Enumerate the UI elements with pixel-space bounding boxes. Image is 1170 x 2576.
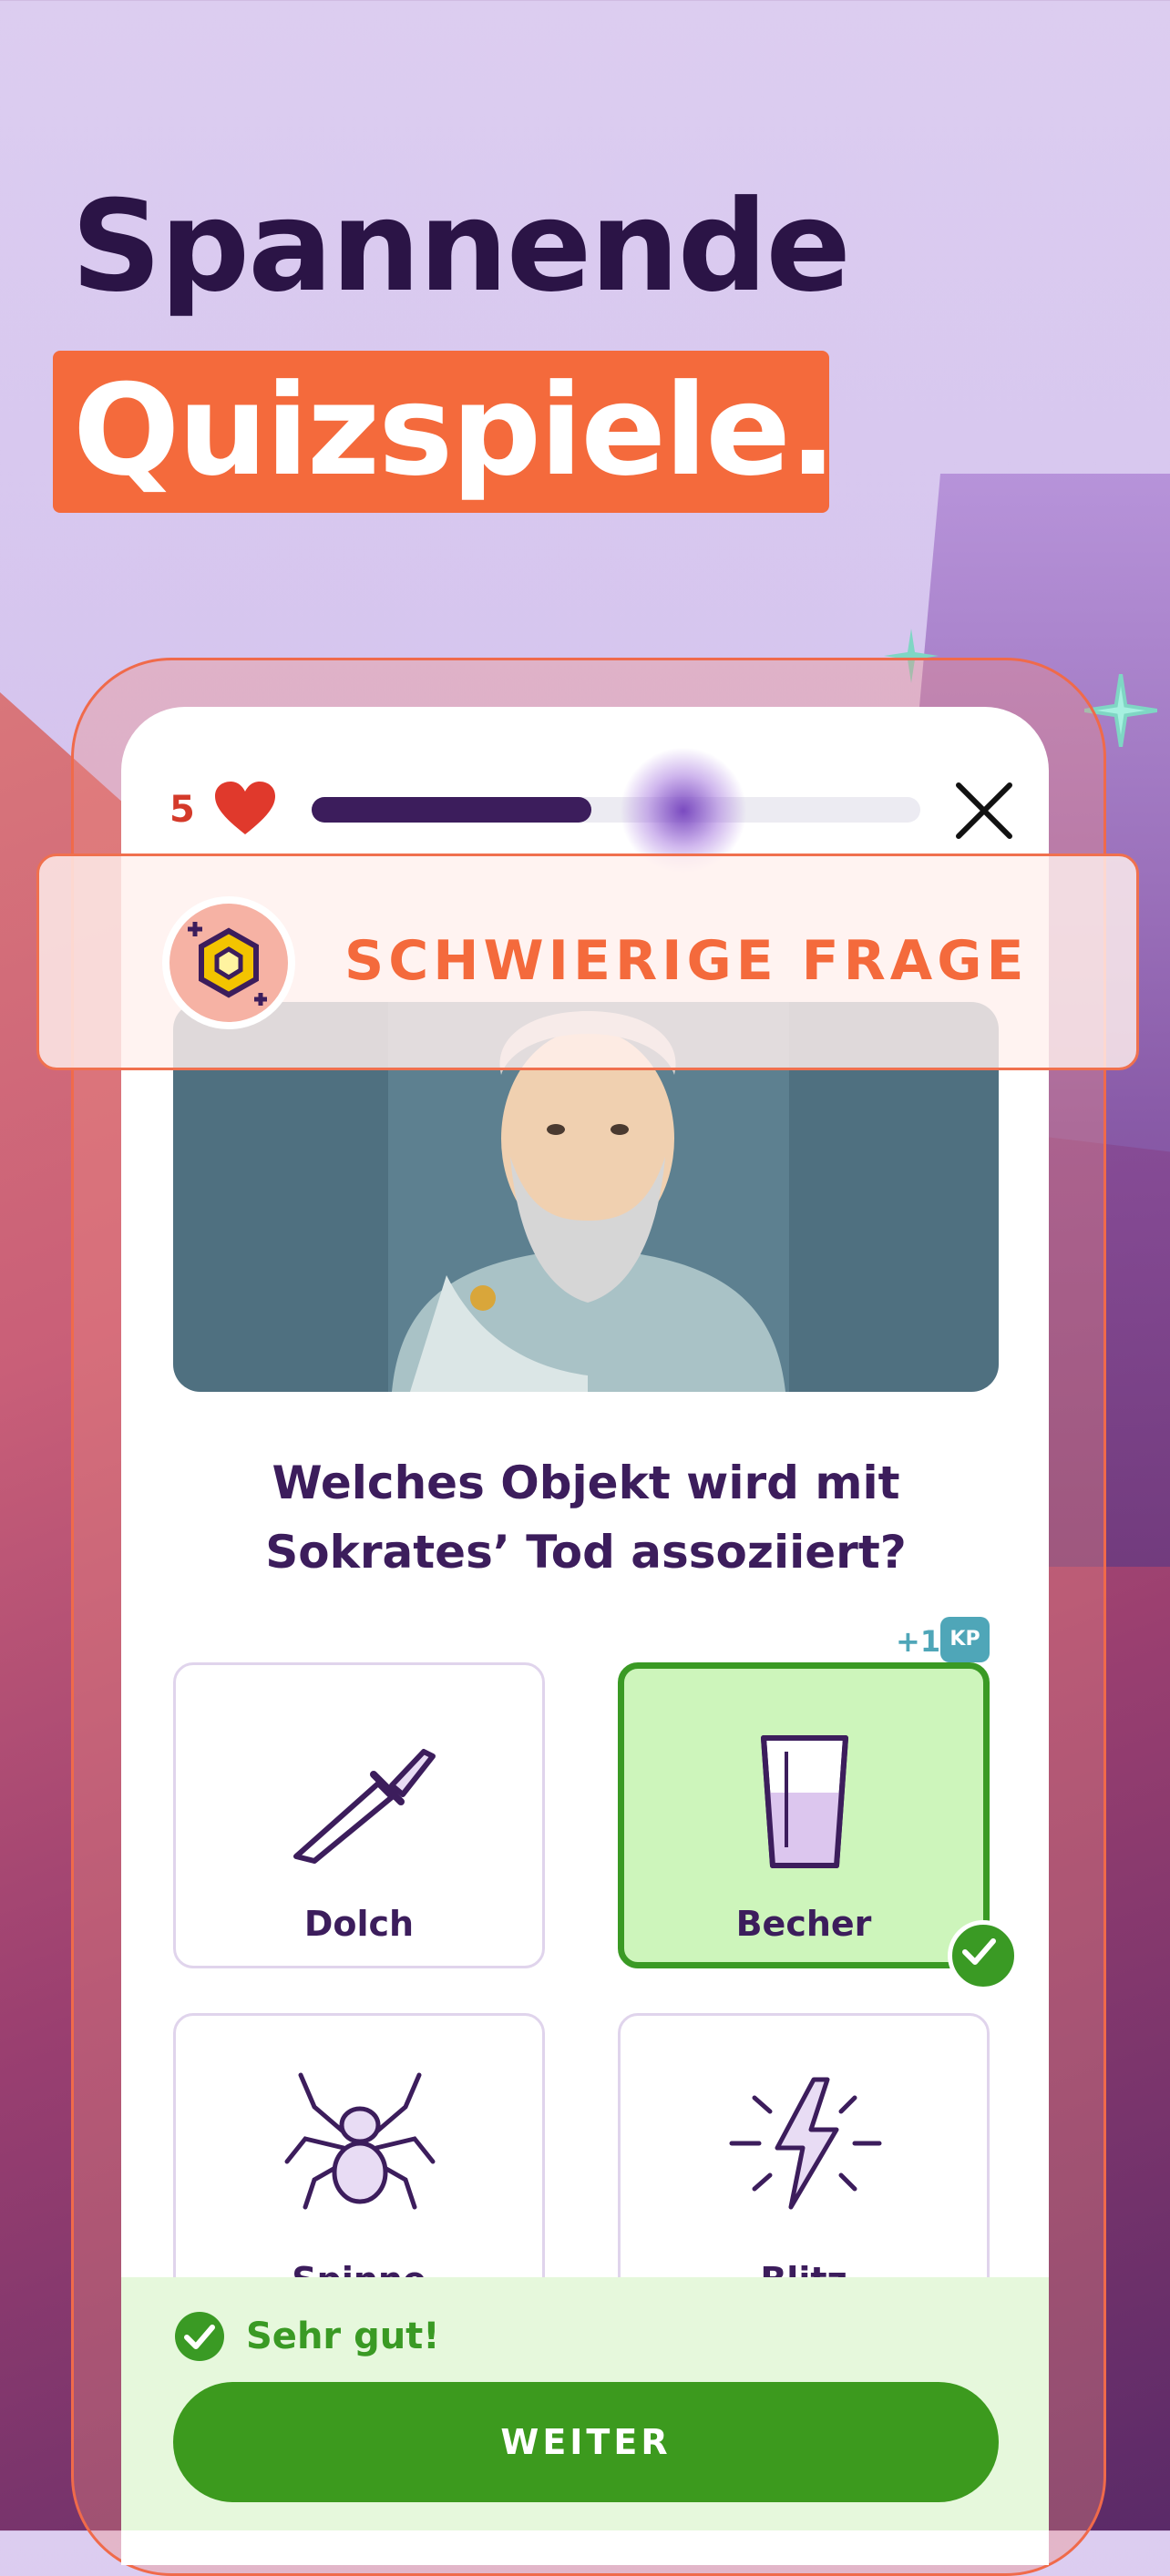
lightning-icon: [729, 2077, 882, 2210]
spider-icon: [284, 2072, 436, 2210]
hexagon-badge-icon: [169, 904, 288, 1022]
continue-button[interactable]: WEITER: [173, 2382, 999, 2502]
kp-badge: KP: [940, 1617, 990, 1662]
headline-line2: Quizspiele.: [73, 357, 836, 504]
reward-points: +1: [896, 1624, 941, 1659]
answer-option-becher[interactable]: Becher: [618, 1662, 990, 1968]
question-text: Welches Objekt wird mit Sokrates’ Tod as…: [265, 1457, 907, 1579]
answer-label: Dolch: [303, 1904, 415, 1944]
answer-option-dolch[interactable]: Dolch: [173, 1662, 545, 1968]
answer-label: Becher: [735, 1904, 872, 1944]
progress-bar: [312, 797, 591, 823]
answer-option-spinne[interactable]: Spinne: [173, 2013, 545, 2319]
success-check-icon: [175, 2312, 224, 2361]
check-icon: [948, 1920, 1019, 1991]
difficulty-label: SCHWIERIGE FRAGE: [344, 929, 1029, 993]
close-icon[interactable]: [953, 780, 1015, 842]
lives-count: 5: [169, 789, 195, 831]
feedback-text: Sehr gut!: [246, 2315, 440, 2357]
cup-icon: [761, 1735, 848, 1868]
dagger-icon: [293, 1749, 436, 1864]
heart-icon: [215, 782, 275, 834]
headline-line1: Spannende: [71, 173, 851, 320]
answer-option-blitz[interactable]: Blitz: [618, 2013, 990, 2319]
